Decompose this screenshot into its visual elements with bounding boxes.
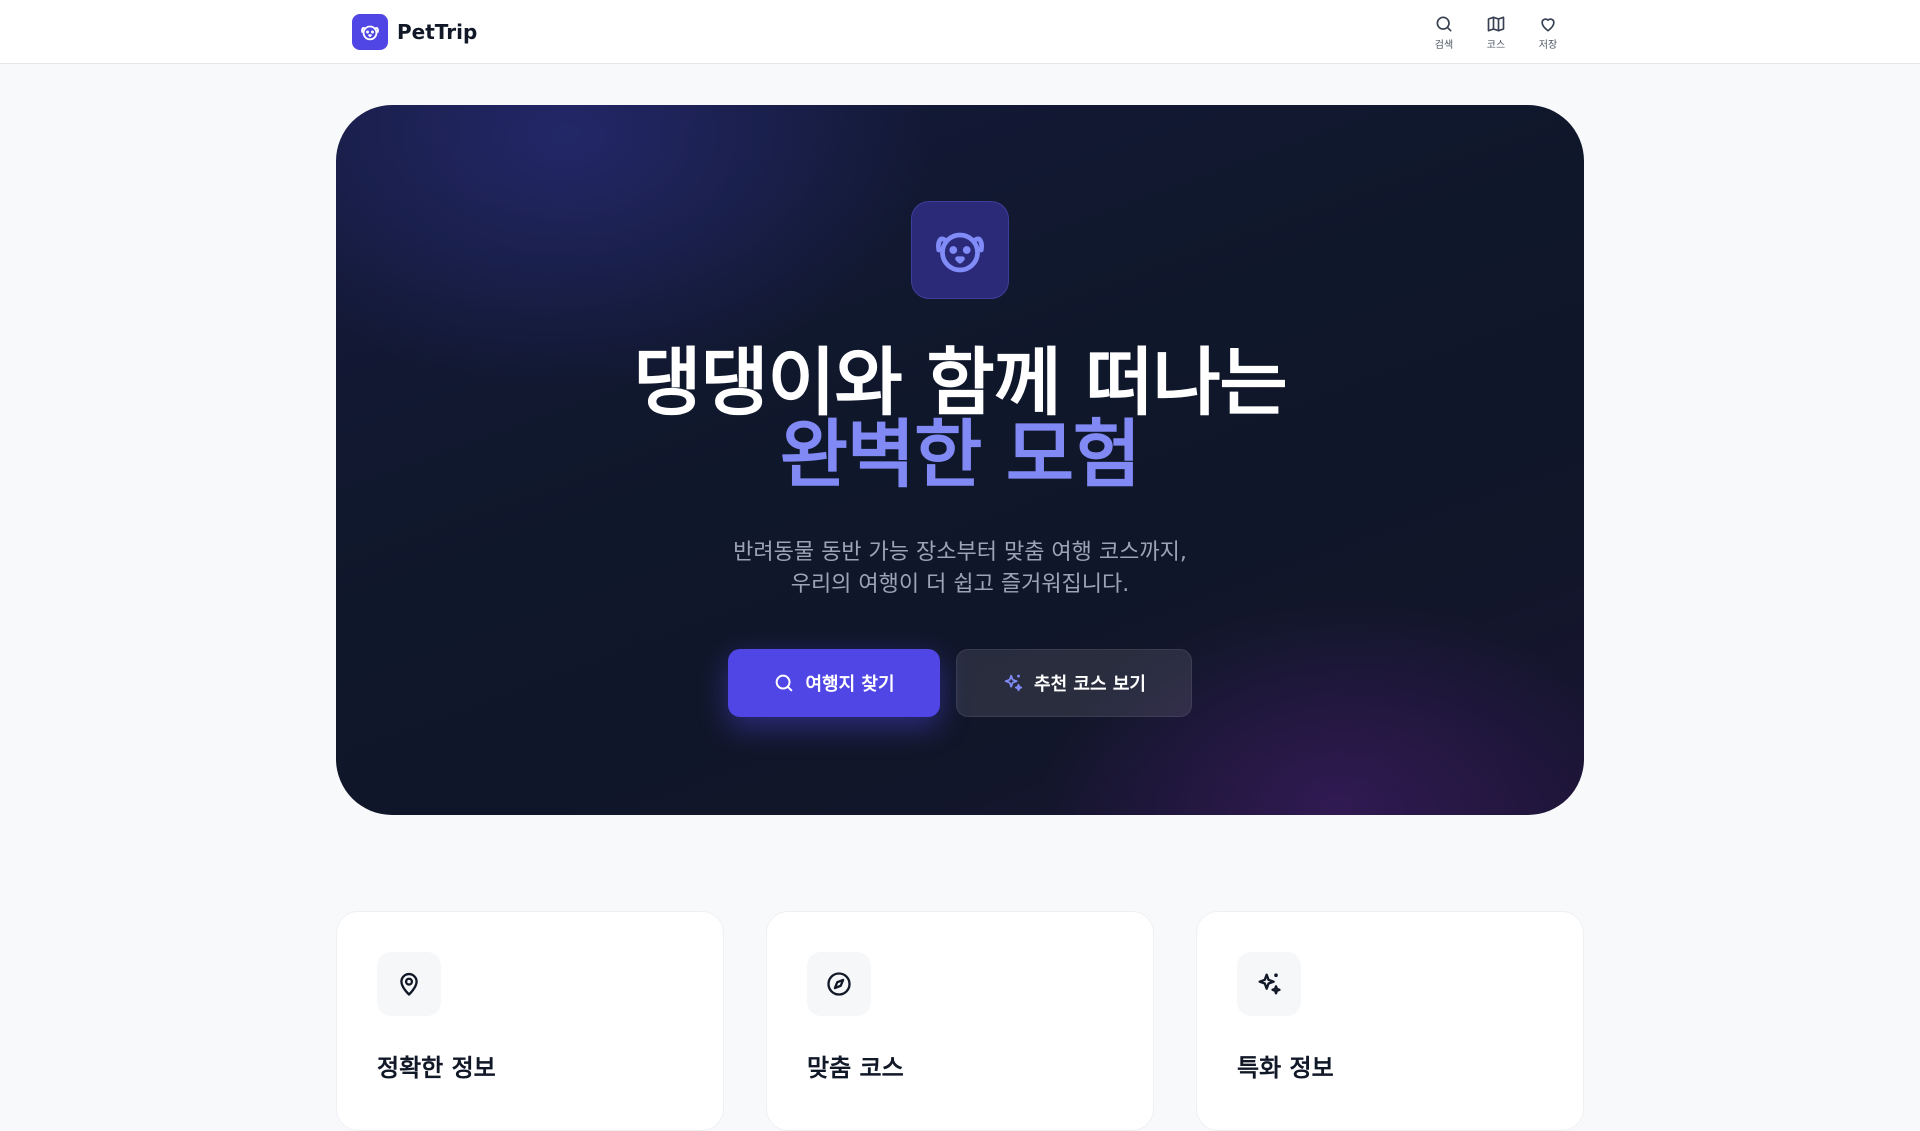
compass-icon [807, 952, 871, 1016]
map-icon [1487, 15, 1505, 31]
find-destination-button[interactable]: 여행지 찾기 [728, 649, 940, 717]
feature-card-accurate-info: 정확한 정보 [336, 911, 724, 1131]
brand-home-link[interactable]: PetTrip [352, 14, 477, 50]
sparkles-icon [1237, 952, 1301, 1016]
feature-card-custom-course: 맞춤 코스 [766, 911, 1154, 1131]
top-header: PetTrip 검색 코스 저장 [0, 0, 1920, 64]
brand-name: PetTrip [397, 20, 478, 44]
feature-cards: 정확한 정보 맞춤 코스 특화 정보 [336, 911, 1584, 1131]
nav-search[interactable]: 검색 [1428, 14, 1460, 51]
find-destination-label: 여행지 찾기 [805, 674, 895, 695]
hero-title: 댕댕이와 함께 떠나는 완벽한 모험 [633, 340, 1287, 498]
dog-face-icon [911, 201, 1009, 299]
feature-card-title: 정확한 정보 [377, 1054, 496, 1082]
nav-course[interactable]: 코스 [1480, 14, 1512, 51]
dog-face-icon [352, 14, 388, 50]
hero-subtitle-line1: 반려동물 동반 가능 장소부터 맞춤 여행 코스까지, [733, 540, 1187, 565]
top-nav: 검색 코스 저장 [1428, 14, 1568, 51]
heart-icon [1541, 17, 1555, 31]
search-icon [776, 674, 793, 692]
hero-title-line1: 댕댕이와 함께 떠나는 [633, 340, 1287, 426]
hero-actions: 여행지 찾기 추천 코스 보기 [728, 649, 1192, 717]
feature-card-title: 특화 정보 [1237, 1054, 1334, 1082]
hero-section: 댕댕이와 함께 떠나는 완벽한 모험 반려동물 동반 가능 장소부터 맞춤 여행… [336, 105, 1584, 815]
search-icon [1436, 16, 1452, 31]
nav-saved-label: 저장 [1538, 39, 1558, 51]
recommended-course-label: 추천 코스 보기 [1034, 674, 1146, 695]
feature-card-special-info: 특화 정보 [1196, 911, 1584, 1131]
hero-subtitle-line2: 우리의 여행이 더 쉽고 즐거워집니다. [790, 572, 1130, 597]
hero-title-line2: 완벽한 모험 [779, 412, 1141, 498]
header-inner: PetTrip 검색 코스 저장 [352, 0, 1568, 64]
feature-card-title: 맞춤 코스 [807, 1054, 904, 1082]
map-pin-icon [377, 952, 441, 1016]
nav-saved[interactable]: 저장 [1532, 14, 1564, 51]
recommended-course-button[interactable]: 추천 코스 보기 [956, 649, 1192, 717]
nav-course-label: 코스 [1486, 39, 1506, 51]
nav-search-label: 검색 [1434, 39, 1454, 51]
sparkles-icon [1004, 674, 1023, 692]
hero-subtitle: 반려동물 동반 가능 장소부터 맞춤 여행 코스까지, 우리의 여행이 더 쉽고… [733, 537, 1187, 601]
